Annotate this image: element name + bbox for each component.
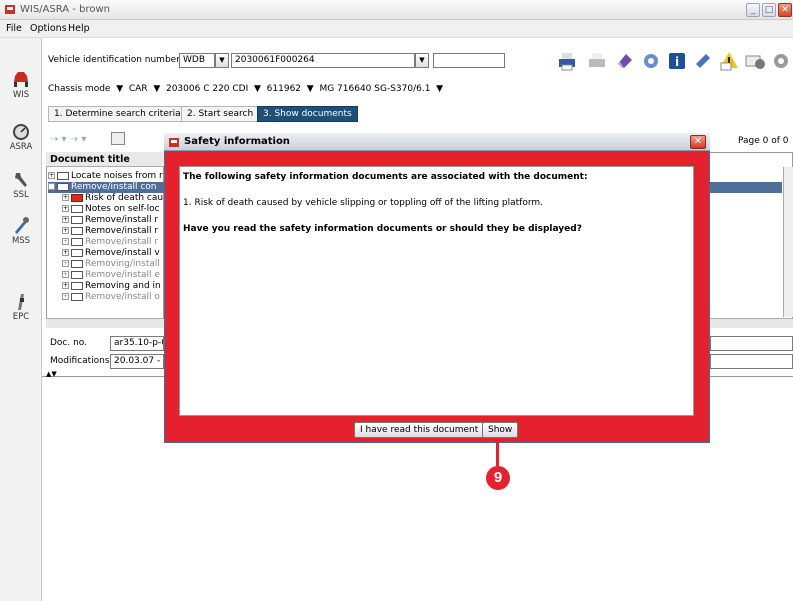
splitter-arrows[interactable]: ▲▼ [46,370,57,378]
spark-plug-icon [18,294,24,310]
dropdown-arrow-icon[interactable]: ▼ [304,84,317,94]
tree-item[interactable]: + Notes on self-loc [48,204,164,215]
right-pane [709,152,793,328]
app-icon [5,5,15,14]
modifications-field[interactable]: 20.03.07 - W [110,354,164,369]
vertical-scrollbar[interactable] [783,167,793,317]
wrench-icon [15,173,27,187]
extra-field[interactable] [433,53,505,68]
print-icon[interactable] [586,50,608,72]
dialog-titlebar: Safety information ✕ [164,133,710,151]
vin-label: Vehicle identification number [48,55,180,65]
page-indicator: Page 0 of 0 [738,136,789,146]
left-nav: WIS ASRA SSL MSS EPC [0,38,42,601]
horizontal-scrollbar[interactable] [710,318,793,328]
doc-info-field-right[interactable] [710,336,793,351]
close-button[interactable]: ✕ [778,3,792,17]
doc-info-field-right[interactable] [710,354,793,369]
gauge-icon [13,124,29,140]
callout-badge: 9 [486,466,510,490]
tab-show-documents[interactable]: 3. Show documents [257,106,358,122]
nav-arrows[interactable]: ⇢ ▾ ⇢ ▾ [50,134,86,145]
tree-item[interactable]: + Remove/install e [48,270,164,281]
dialog-question: Have you read the safety information doc… [183,224,582,234]
vehicle-type[interactable]: CAR [129,84,148,94]
tree-item[interactable]: + Remove/install r [48,237,164,248]
gear-icon[interactable] [770,50,792,72]
svg-text:i: i [675,55,679,69]
chassis-row: Chassis mode ▼ CAR ▼ 203006 C 220 CDI ▼ … [48,84,443,94]
tab-start-search[interactable]: 2. Start search [181,106,260,122]
vin-prefix-field[interactable]: WDB [179,53,215,68]
tree-item[interactable]: + Remove/install r [48,226,164,237]
printer-icon[interactable] [556,50,578,72]
nav-epc[interactable]: EPC [0,288,42,344]
transmission-code[interactable]: MG 716640 SG-S370/6.1 [319,84,430,94]
vin-dropdown[interactable]: ▼ [415,53,429,68]
dropdown-arrow-icon[interactable]: ▼ [433,84,443,94]
tab-search-criteria[interactable]: 1. Determine search criteria [48,106,187,122]
tree-item[interactable]: + Removing/install [48,259,164,270]
menu-bar: File Options Help [0,20,793,38]
horizontal-scrollbar[interactable] [46,318,164,328]
book-icon[interactable] [692,50,714,72]
vin-prefix-dropdown[interactable]: ▼ [215,53,229,68]
dropdown-arrow-icon[interactable]: ▼ [150,84,163,94]
car-icon [14,72,28,87]
expand-all-icon[interactable] [111,132,125,145]
document-title-header[interactable]: Document title [46,152,164,167]
warning-mail-icon[interactable] [718,50,740,72]
dropdown-arrow-icon[interactable]: ▼ [251,84,264,94]
modifications-label: Modifications [50,356,110,366]
doc-no-label: Doc. no. [50,338,88,348]
dialog-heading: The following safety information documen… [183,172,588,182]
menu-help[interactable]: Help [68,23,90,34]
vin-field[interactable]: 2030061F000264 [231,53,415,68]
tree-item[interactable]: + Remove/install o [48,292,164,303]
tools-icon [15,217,29,234]
menu-options[interactable]: Options [30,23,67,34]
read-document-button[interactable]: I have read this document [354,422,485,438]
tree-item[interactable]: + Remove/install v [48,248,164,259]
tree-item[interactable]: + Removing and in [48,281,164,292]
dialog-content: The following safety information documen… [179,166,694,416]
minimize-button[interactable]: _ [746,3,760,17]
safety-item-link[interactable]: 1. Risk of death caused by vehicle slipp… [183,198,543,208]
dialog-title: Safety information [184,136,290,147]
engine-code[interactable]: 611962 [267,84,301,94]
window-titlebar: WIS/ASRA - brown _ □ ✕ [0,0,793,20]
mail-gear-icon[interactable] [744,50,766,72]
tree-item[interactable]: + Remove/install r [48,215,164,226]
dialog-close-button[interactable]: ✕ [690,135,706,149]
tree-item-selected[interactable]: − Remove/install con [48,182,164,193]
chassis-mode[interactable]: Chassis mode [48,84,110,94]
doc-no-field[interactable]: ar35.10-p-00 [110,336,164,351]
app-icon [169,138,179,147]
right-pane-selection [710,182,782,193]
tree-item[interactable]: + Risk of death cau [48,193,164,204]
show-button[interactable]: Show [482,422,519,438]
settings-icon[interactable] [640,50,662,72]
menu-file[interactable]: File [6,23,22,34]
window-title: WIS/ASRA - brown [20,4,110,15]
info-icon[interactable]: i [666,50,688,72]
callout-line [496,438,499,466]
dropdown-arrow-icon[interactable]: ▼ [113,84,126,94]
vehicle-model[interactable]: 203006 C 220 CDI [166,84,248,94]
maximize-button[interactable]: □ [762,3,776,17]
eraser-icon[interactable] [614,50,636,72]
nav-wis[interactable]: WIS [0,66,42,122]
nav-mss[interactable]: MSS [0,212,42,268]
tree-item[interactable]: + Locate noises from r [48,171,164,182]
